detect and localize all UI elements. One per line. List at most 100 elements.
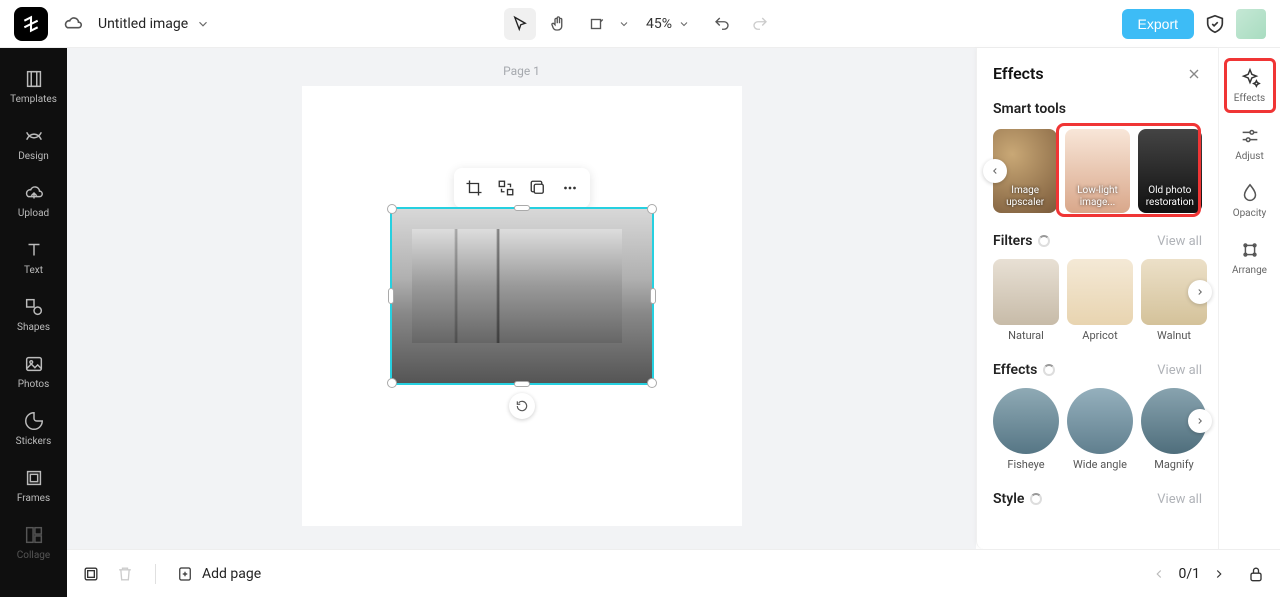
page-prev[interactable] — [1152, 567, 1166, 581]
replace-button[interactable] — [492, 174, 520, 202]
effect-name: Fisheye — [1007, 458, 1044, 471]
sidebar-item-label: Templates — [10, 94, 57, 105]
canvas-page[interactable] — [302, 86, 742, 526]
filter-thumb-img — [993, 259, 1059, 325]
page-next[interactable] — [1212, 567, 1226, 581]
filter-natural[interactable]: Natural — [993, 259, 1059, 342]
smart-tool-low-light[interactable]: Low-light image... — [1065, 129, 1129, 213]
sidebar-item-photos[interactable]: Photos — [0, 343, 67, 400]
trash-icon[interactable] — [115, 564, 135, 584]
page-label: Page 1 — [503, 64, 540, 78]
sidebar-item-label: Stickers — [16, 436, 52, 447]
zoom-value: 45% — [646, 16, 672, 32]
filters-view-all[interactable]: View all — [1157, 234, 1202, 249]
filter-name: Walnut — [1157, 329, 1191, 342]
close-icon[interactable] — [1186, 66, 1202, 82]
cloud-icon[interactable] — [62, 13, 84, 35]
sidebar-item-label: Frames — [17, 493, 50, 504]
resize-handle-tl[interactable] — [387, 204, 397, 214]
sidebar-item-upload[interactable]: Upload — [0, 172, 67, 229]
shield-icon[interactable] — [1204, 13, 1226, 35]
select-tool[interactable] — [504, 8, 536, 40]
resize-handle-t[interactable] — [514, 205, 530, 211]
sidebar-item-text[interactable]: Text — [0, 229, 67, 286]
effect-fisheye[interactable]: Fisheye — [993, 388, 1059, 471]
add-page-button[interactable]: Add page — [176, 565, 261, 583]
effects-row: Fisheye Wide angle Magnify — [993, 388, 1202, 471]
effect-wide-angle[interactable]: Wide angle — [1067, 388, 1133, 471]
topbar: Untitled image 45% Export — [0, 0, 1280, 48]
redo-button[interactable] — [744, 8, 776, 40]
right-strip-arrange[interactable]: Arrange — [1224, 231, 1276, 284]
filter-apricot[interactable]: Apricot — [1067, 259, 1133, 342]
lock-icon[interactable] — [1246, 564, 1266, 584]
crop-tool[interactable] — [580, 8, 612, 40]
sidebar-item-templates[interactable]: Templates — [0, 58, 67, 115]
crop-button[interactable] — [460, 174, 488, 202]
sidebar-item-label: Design — [18, 151, 49, 162]
resize-handle-tr[interactable] — [647, 204, 657, 214]
right-strip-opacity[interactable]: Opacity — [1224, 174, 1276, 227]
right-strip-effects[interactable]: Effects — [1224, 58, 1276, 113]
style-section-header: Style View all — [993, 491, 1202, 507]
stickers-icon — [23, 410, 45, 432]
floating-toolbar — [454, 168, 590, 208]
arrange-icon — [1239, 239, 1261, 261]
resize-handle-r[interactable] — [650, 288, 656, 304]
sidebar-item-label: Text — [24, 265, 43, 276]
selected-image[interactable] — [390, 207, 654, 385]
smart-tool-old-photo-restoration[interactable]: Old photo restoration — [1138, 129, 1202, 213]
page-counter: 0/1 — [1178, 566, 1200, 582]
undo-button[interactable] — [706, 8, 738, 40]
carousel-next[interactable] — [1188, 280, 1212, 304]
effects-view-all[interactable]: View all — [1157, 363, 1202, 378]
rotate-handle[interactable] — [509, 393, 535, 419]
shapes-icon — [23, 296, 45, 318]
effects-panel: Effects Smart tools Image upscaler Low-l… — [976, 48, 1218, 549]
loading-spinner-icon — [1030, 493, 1042, 505]
carousel-next[interactable] — [1188, 409, 1212, 433]
export-button[interactable]: Export — [1122, 9, 1194, 39]
effects-section-header: Effects View all — [993, 362, 1202, 378]
hand-tool[interactable] — [542, 8, 574, 40]
sidebar-item-stickers[interactable]: Stickers — [0, 400, 67, 457]
effects-heading: Effects — [993, 362, 1055, 378]
sidebar-item-design[interactable]: Design — [0, 115, 67, 172]
thumb-label: Old photo restoration — [1138, 185, 1202, 209]
filter-name: Natural — [1008, 329, 1044, 342]
zoom-control[interactable]: 45% — [646, 16, 690, 32]
panel-title: Effects — [993, 64, 1044, 83]
sidebar-item-shapes[interactable]: Shapes — [0, 286, 67, 343]
filters-row: Natural Apricot Walnut — [993, 259, 1202, 342]
right-strip-label: Opacity — [1233, 208, 1267, 219]
duplicate-button[interactable] — [524, 174, 552, 202]
sliders-icon — [1239, 125, 1261, 147]
thumb-label: Low-light image... — [1065, 185, 1129, 209]
filters-heading: Filters — [993, 233, 1050, 249]
resize-handle-bl[interactable] — [387, 378, 397, 388]
effect-thumb-img — [993, 388, 1059, 454]
style-view-all[interactable]: View all — [1157, 492, 1202, 507]
bottom-bar: Add page 0/1 — [67, 549, 1280, 597]
chevron-down-icon[interactable] — [618, 18, 630, 30]
carousel-prev[interactable] — [983, 159, 1007, 183]
resize-handle-b[interactable] — [514, 381, 530, 387]
sidebar-item-frames[interactable]: Frames — [0, 457, 67, 514]
design-icon — [23, 125, 45, 147]
layers-icon[interactable] — [81, 564, 101, 584]
app-logo[interactable] — [14, 7, 48, 41]
smart-tools-row: Image upscaler Low-light image... Old ph… — [993, 129, 1202, 213]
divider — [155, 564, 156, 584]
avatar[interactable] — [1236, 9, 1266, 39]
resize-handle-br[interactable] — [647, 378, 657, 388]
resize-handle-l[interactable] — [388, 288, 394, 304]
doc-title-group[interactable]: Untitled image — [98, 16, 210, 32]
sidebar-item-label: Shapes — [17, 322, 50, 333]
sidebar-item-collage[interactable]: Collage — [0, 514, 67, 571]
right-strip-adjust[interactable]: Adjust — [1224, 117, 1276, 170]
filter-thumb-img — [1067, 259, 1133, 325]
style-heading: Style — [993, 491, 1042, 507]
canvas-area: Page 1 — [67, 48, 976, 549]
doc-title: Untitled image — [98, 16, 188, 32]
more-button[interactable] — [556, 174, 584, 202]
